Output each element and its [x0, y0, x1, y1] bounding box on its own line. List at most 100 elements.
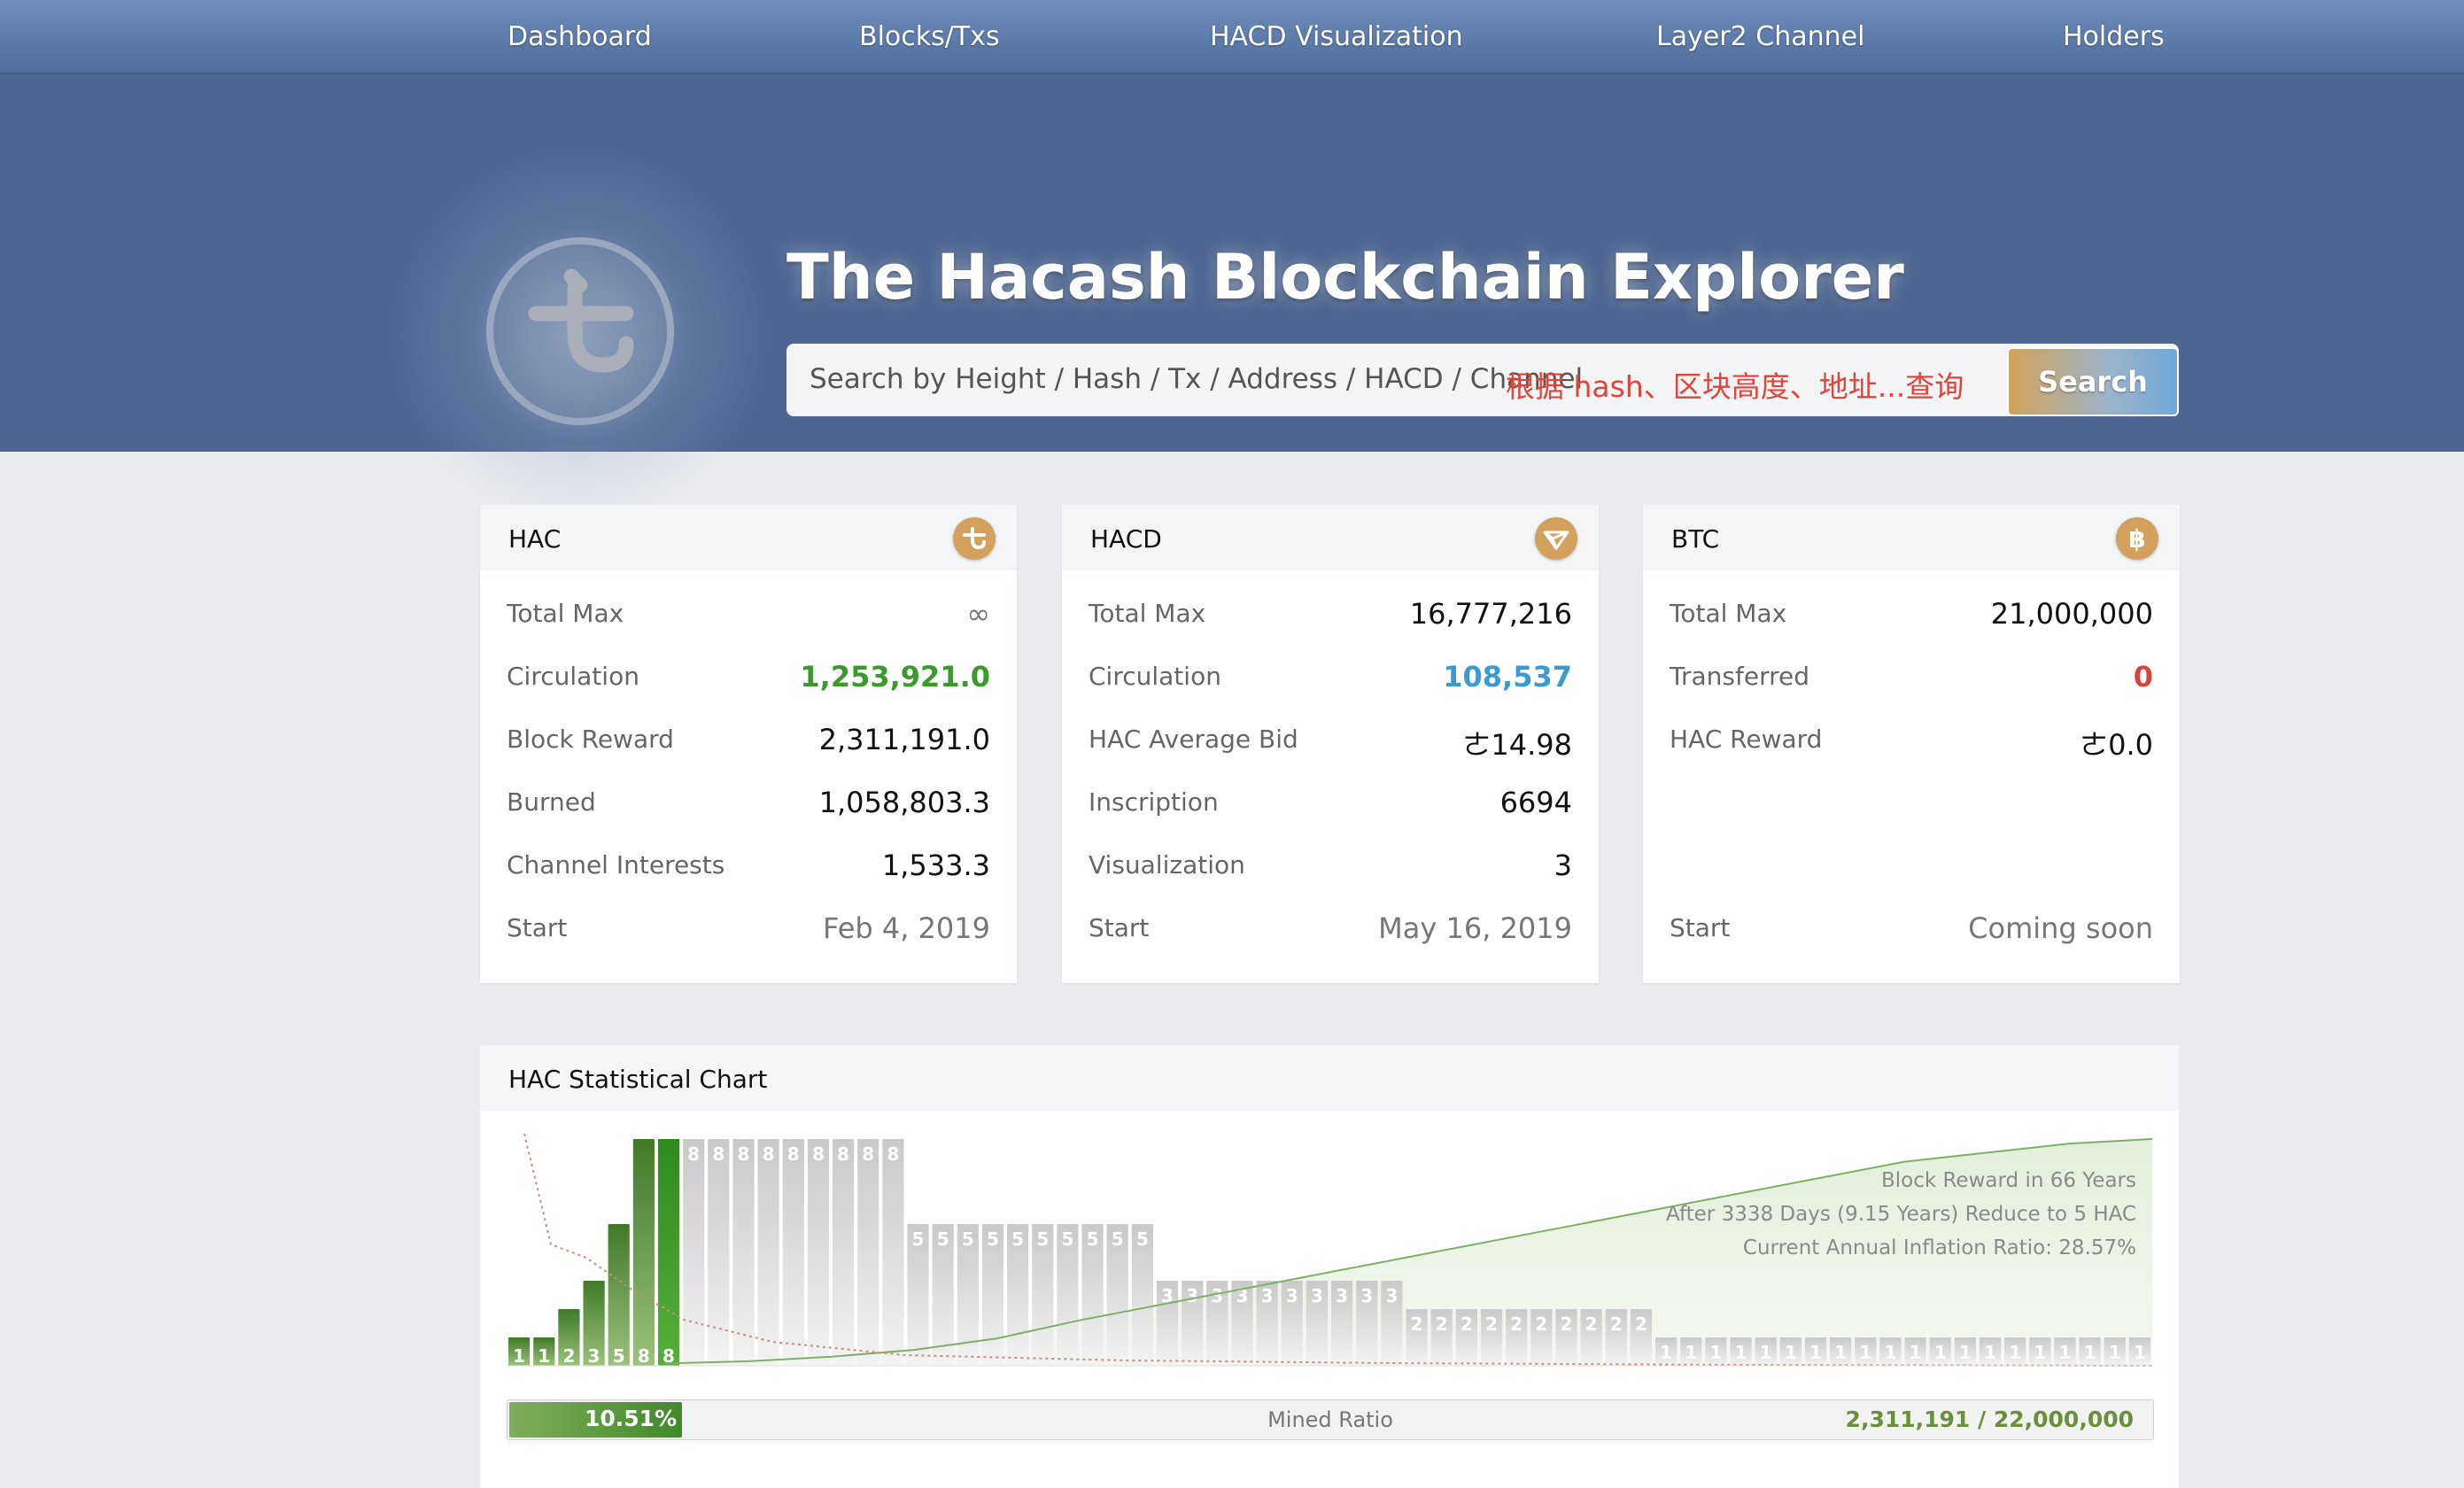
bar-value-label: 5: [937, 1228, 949, 1250]
nav-layer2-channel[interactable]: Layer2 Channel: [1656, 19, 1864, 55]
row-label: Start: [507, 913, 568, 942]
bar-value-label: 2: [1635, 1314, 1647, 1335]
bar-value-label: 1: [1884, 1342, 1896, 1363]
reward-bar: [882, 1139, 904, 1366]
hac-channel-interests-row: Channel Interests 1,533.3: [507, 843, 990, 887]
page-title: The Hacash Blockchain Explorer: [786, 241, 1904, 314]
bar-value-label: 1: [1735, 1342, 1747, 1363]
bar-value-label: 5: [1087, 1228, 1099, 1250]
progress-percent: 10.51%: [585, 1406, 678, 1431]
row-value: ∞: [966, 597, 990, 631]
search-input[interactable]: Search by Height / Hash / Tx / Address /…: [786, 344, 2179, 416]
bar-value-label: 1: [2009, 1342, 2021, 1363]
bar-value-label: 1: [1760, 1342, 1772, 1363]
bar-value-label: 5: [1011, 1228, 1024, 1250]
row-value: ㄜ14.98: [1462, 728, 1572, 762]
search-placeholder: Search by Height / Hash / Tx / Address /…: [810, 363, 1584, 395]
row-label: HAC Reward: [1670, 725, 1823, 754]
bar-value-label: 1: [513, 1345, 525, 1367]
search-button[interactable]: Search: [2007, 347, 2179, 416]
row-label: Visualization: [1089, 850, 1245, 880]
hacd-total-max-row: Total Max 16,777,216: [1089, 592, 1572, 636]
chart-note: After 3338 Days (9.15 Years) Reduce to 5…: [1666, 1203, 2136, 1226]
bar-value-label: 1: [1959, 1342, 1972, 1363]
bar-value-label: 8: [712, 1143, 724, 1165]
nav-holders[interactable]: Holders: [2063, 19, 2165, 55]
bar-value-label: 2: [1585, 1314, 1598, 1335]
row-value: 108,537: [1443, 660, 1572, 694]
btc-total-max-row: Total Max 21,000,000: [1670, 592, 2153, 636]
bar-value-label: 3: [1286, 1285, 1298, 1306]
row-value: Feb 4, 2019: [823, 911, 990, 945]
progress-total: 2,311,191 / 22,000,000: [1845, 1407, 2134, 1432]
hacd-card-header: HACD: [1062, 505, 1599, 570]
bar-value-label: 3: [1360, 1285, 1373, 1306]
row-value: 6694: [1499, 786, 1572, 819]
bar-value-label: 3: [1186, 1285, 1198, 1306]
row-value: 16,777,216: [1409, 597, 1572, 631]
bar-value-label: 1: [1859, 1342, 1871, 1363]
row-label: Channel Interests: [507, 850, 725, 880]
row-value: 1,058,803.3: [818, 786, 990, 819]
hacd-circulation-row: Circulation 108,537: [1089, 655, 1572, 699]
reward-bar: [857, 1139, 879, 1366]
bar-value-label: 5: [987, 1228, 999, 1250]
bar-value-label: 5: [1061, 1228, 1073, 1250]
btc-start-row: Start Coming soon: [1670, 906, 2153, 950]
row-label: Burned: [507, 787, 596, 817]
reward-bar: [683, 1139, 705, 1366]
row-value: 1,253,921.0: [800, 660, 990, 694]
top-navigation: Dashboard Blocks/Txs HACD Visualization …: [0, 0, 2464, 74]
hero-banner: The Hacash Blockchain Explorer Search by…: [0, 74, 2464, 526]
row-value: 1,533.3: [881, 849, 990, 882]
hacd-diamond-icon: [1535, 517, 1577, 560]
row-value: ㄜ0.0: [2080, 728, 2153, 762]
mined-ratio-progress-bar: Mined Ratio 10.51% 2,311,191 / 22,000,00…: [507, 1399, 2154, 1440]
hacd-average-bid-row: HAC Average Bid ㄜ14.98: [1089, 717, 1572, 762]
bar-value-label: 2: [1461, 1314, 1473, 1335]
reward-bar: [608, 1224, 630, 1366]
hacd-start-row: Start May 16, 2019: [1089, 906, 1572, 950]
row-label: Start: [1089, 913, 1150, 942]
hac-reward-chart: 1 1 2 3 5 8 88 8 8 8 8 8 8 8 85 5 5 5 5 5 5 5 5 53 3 3 3 3 3 3 3 3 32 2 2 2…: [507, 1134, 2152, 1367]
nav-hacd-visualization[interactable]: HACD Visualization: [1210, 19, 1463, 55]
bar-value-label: 3: [1385, 1285, 1398, 1306]
chart-note: Current Annual Inflation Ratio: 28.57%: [1743, 1236, 2136, 1259]
hac-card-title: HAC: [508, 524, 562, 554]
reward-bar: [807, 1139, 829, 1366]
bar-value-label: 3: [1261, 1285, 1274, 1306]
bar-value-label: 1: [1809, 1342, 1822, 1363]
nav-blocks-txs[interactable]: Blocks/Txs: [859, 19, 1000, 55]
bar-value-label: 1: [1984, 1342, 1996, 1363]
row-value: 3: [1554, 849, 1572, 882]
btc-coin-icon: ฿: [2116, 517, 2158, 560]
hacd-visualization-row: Visualization 3: [1089, 843, 1572, 887]
btc-hac-reward-row: HAC Reward ㄜ0.0: [1670, 717, 2153, 762]
bar-value-label: 2: [1485, 1314, 1498, 1335]
row-value: 0: [2133, 660, 2153, 694]
bar-value-label: 5: [912, 1228, 925, 1250]
hac-total-max-row: Total Max ∞: [507, 592, 990, 636]
row-value: 21,000,000: [1990, 597, 2153, 631]
bar-value-label: 8: [812, 1143, 825, 1165]
hac-card-header: HAC: [480, 505, 1017, 570]
reward-bar: [708, 1139, 730, 1366]
bar-value-label: 8: [687, 1143, 700, 1165]
nav-dashboard[interactable]: Dashboard: [508, 19, 652, 55]
bar-value-label: 5: [1136, 1228, 1149, 1250]
btc-card-title: BTC: [1671, 524, 1720, 554]
bar-value-label: 8: [837, 1143, 849, 1165]
hac-start-row: Start Feb 4, 2019: [507, 906, 990, 950]
bar-value-label: 1: [2084, 1342, 2096, 1363]
search-hint-chinese: 根据 hash、区块高度、地址...查询: [1506, 369, 1964, 404]
chart-title: HAC Statistical Chart: [508, 1065, 768, 1094]
bar-value-label: 3: [1311, 1285, 1323, 1306]
row-label: Transferred: [1670, 662, 1809, 691]
row-value: May 16, 2019: [1378, 911, 1572, 945]
row-label: Block Reward: [507, 725, 674, 754]
bar-value-label: 2: [1610, 1314, 1623, 1335]
row-label: Start: [1670, 913, 1731, 942]
bar-value-label: 3: [588, 1345, 601, 1367]
reward-bar: [732, 1139, 755, 1366]
row-label: Inscription: [1089, 787, 1219, 817]
